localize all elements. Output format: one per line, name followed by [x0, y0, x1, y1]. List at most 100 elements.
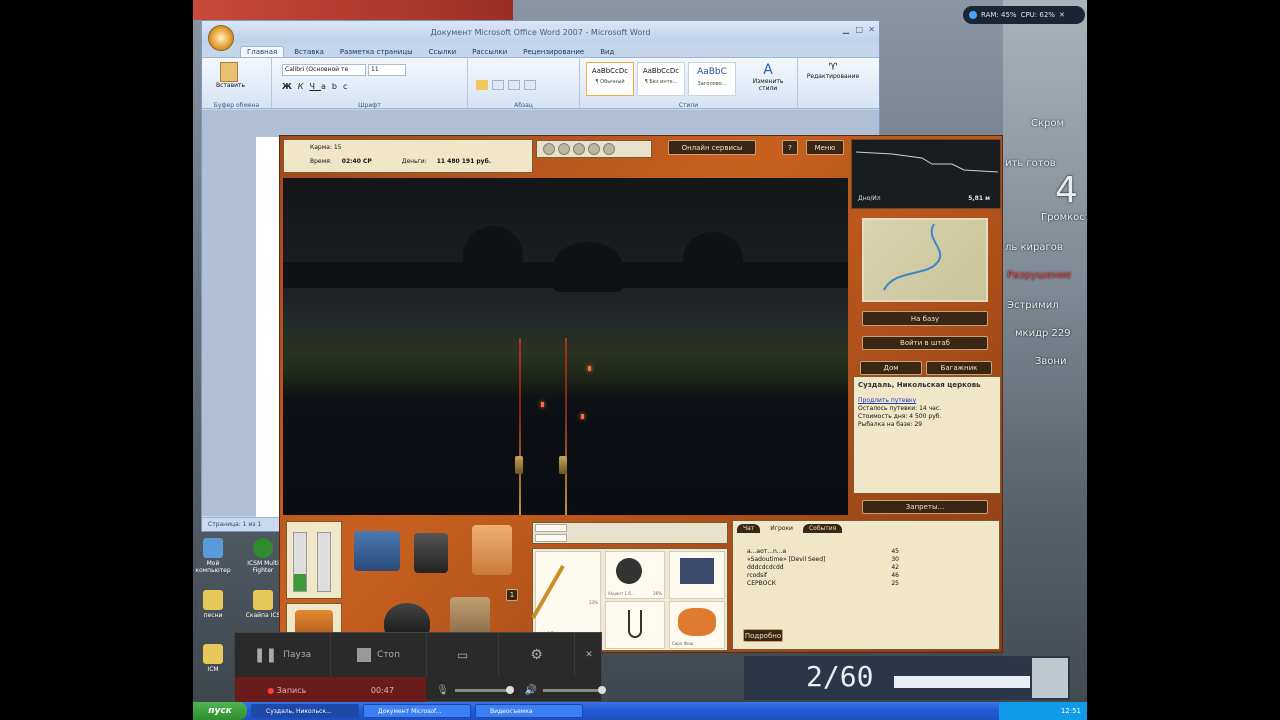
overlay-text-2: ить готов [1005, 158, 1056, 169]
pause-button[interactable]: ❚❚ Пауза [235, 633, 331, 677]
change-styles-button[interactable]: A Изменить стили [746, 62, 790, 92]
bait-slot[interactable]: Сиро Фиш [669, 601, 725, 649]
menu-button[interactable]: Меню [806, 140, 844, 155]
tab-players[interactable]: Игроки [764, 524, 799, 533]
justify-icon[interactable] [524, 80, 536, 90]
list-item[interactable]: СЕРВОСК 25 [733, 580, 999, 588]
record-dot-icon: ● [267, 685, 275, 695]
tackle-header [532, 522, 728, 544]
location-map[interactable] [862, 218, 988, 302]
office-button[interactable] [208, 25, 234, 51]
document-page[interactable] [256, 137, 280, 517]
baggage-button[interactable]: Багажник [926, 361, 992, 375]
tab-chat[interactable]: Чат [737, 524, 761, 533]
location-info: Суздаль, Никольская церковь Продлить пут… [853, 376, 1001, 494]
online-services-button[interactable]: Онлайн сервисы [668, 140, 756, 155]
underline-button[interactable]: Ч [309, 82, 320, 91]
depth-bottom-label: Дно/Ил [858, 195, 881, 202]
list-item[interactable]: rcodsif 46 [733, 572, 999, 580]
font-name-select[interactable]: Calibri (Основной те [282, 64, 366, 76]
players-list: a...аот...n...a 45 «Sadoutime» [Devil See… [733, 548, 999, 588]
minimize-icon[interactable]: ▁ [843, 25, 849, 34]
tab-events[interactable]: События [802, 524, 843, 533]
tackle-tab[interactable] [535, 534, 567, 542]
reel-icon [616, 558, 642, 584]
star-icon [603, 143, 615, 155]
line-slot[interactable] [669, 551, 725, 599]
to-base-button[interactable]: На базу [862, 311, 988, 326]
screenshot-button[interactable]: ▭ [427, 633, 499, 677]
align-left-icon[interactable] [476, 80, 488, 90]
notebook-icon[interactable] [472, 525, 512, 575]
health-bar [894, 676, 1030, 688]
tab-mailings[interactable]: Рассылки [466, 47, 513, 57]
fishing-rod-1[interactable] [519, 338, 521, 515]
reel-slot[interactable]: Акцент 1.6... 26% [605, 551, 665, 599]
slot-number[interactable]: 1 [506, 589, 518, 601]
hook-slot[interactable] [605, 601, 665, 649]
align-buttons[interactable] [476, 80, 566, 90]
tab-home[interactable]: Главная [240, 46, 285, 57]
bold-button[interactable]: Ж [282, 82, 298, 91]
strike-button[interactable]: abc [321, 82, 353, 91]
task-recorder[interactable]: Видеосъемка [475, 704, 583, 718]
tab-view[interactable]: Вид [594, 47, 620, 57]
desktop-icon-skype[interactable]: Скайпа ICS [243, 590, 283, 619]
extend-permit-link[interactable]: Продлить путевку [858, 397, 996, 405]
group-label: Стили [678, 102, 699, 109]
settings-button[interactable]: ⚙ [499, 633, 575, 677]
maximize-icon[interactable]: □ [855, 25, 863, 34]
home-button[interactable]: Дом [860, 361, 922, 375]
editing-button[interactable]: ♈ Редактирование [802, 62, 864, 80]
style-normal[interactable]: AaBbCcDc ¶ Обычный [586, 62, 634, 96]
speaker-icon[interactable]: 🔊 [525, 685, 537, 696]
close-icon[interactable]: ✕ [868, 25, 875, 34]
font-size-select[interactable]: 11 [368, 64, 406, 76]
paste-icon [220, 62, 238, 82]
taskbar: пуск Суздаль, Никольск... Документ Micro… [193, 702, 1087, 720]
align-right-icon[interactable] [508, 80, 520, 90]
desktop-icon-songs[interactable]: песни [193, 590, 233, 619]
tab-page-layout[interactable]: Разметка страницы [334, 47, 419, 57]
desktop-icon-icm[interactable]: ICM [193, 644, 233, 673]
task-word[interactable]: Документ Microsof... [363, 704, 471, 718]
close-icon[interactable]: ✕ [1059, 11, 1065, 19]
list-item[interactable]: dddcdcdcdd 42 [733, 564, 999, 572]
desktop-icon-my-computer[interactable]: Мой компьютер [193, 538, 233, 574]
start-button[interactable]: пуск [193, 702, 247, 720]
stop-button[interactable]: Стоп [331, 633, 427, 677]
overlay-text-8: Звони [1035, 356, 1067, 367]
italic-button[interactable]: К [298, 82, 310, 91]
enter-hq-button[interactable]: Войти в штаб [862, 336, 988, 350]
details-button[interactable]: Подробно [743, 629, 783, 642]
tab-review[interactable]: Рецензирование [517, 47, 590, 57]
desktop-icon-icsm[interactable]: ICSM Multi Fighter [243, 538, 283, 574]
tackle-box-icon[interactable] [354, 531, 400, 571]
rod-icon [531, 565, 565, 619]
microphone-icon[interactable]: 🎙 [436, 685, 449, 696]
record-indicator[interactable]: ● Запись 00:47 [235, 677, 427, 703]
reel-label: Акцент 1.6... [608, 591, 635, 596]
list-item[interactable]: «Sadoutime» [Devil Seed] 30 [733, 556, 999, 564]
group-clipboard: Вставить Буфер обмена [202, 58, 272, 110]
tab-references[interactable]: Ссылки [423, 47, 463, 57]
list-item[interactable]: a...аот...n...a 45 [733, 548, 999, 556]
system-volume-slider[interactable] [543, 685, 607, 694]
lantern-icon[interactable] [414, 533, 448, 573]
fishing-rod-2[interactable] [565, 338, 567, 515]
tab-insert[interactable]: Вставка [288, 47, 330, 57]
style-no-spacing[interactable]: AaBbCcDc ¶ Без инте... [637, 62, 685, 96]
clock[interactable]: 12:51 [1061, 707, 1081, 715]
fishing-scene[interactable] [283, 178, 848, 515]
tackle-tab[interactable] [535, 524, 567, 532]
align-center-icon[interactable] [492, 80, 504, 90]
mic-volume-slider[interactable] [454, 685, 514, 694]
overlay-text-6: Эстримил [1007, 300, 1059, 311]
close-button[interactable]: ✕ [575, 633, 603, 677]
word-title: Документ Microsoft Office Word 2007 - Mi… [430, 27, 651, 37]
task-fishing-game[interactable]: Суздаль, Никольск... [251, 704, 359, 718]
help-button[interactable]: ? [782, 140, 798, 155]
paste-button[interactable]: Вставить [216, 62, 245, 89]
bans-button[interactable]: Запреты... [862, 500, 988, 514]
style-heading[interactable]: AaBbC Заголово... [688, 62, 736, 96]
